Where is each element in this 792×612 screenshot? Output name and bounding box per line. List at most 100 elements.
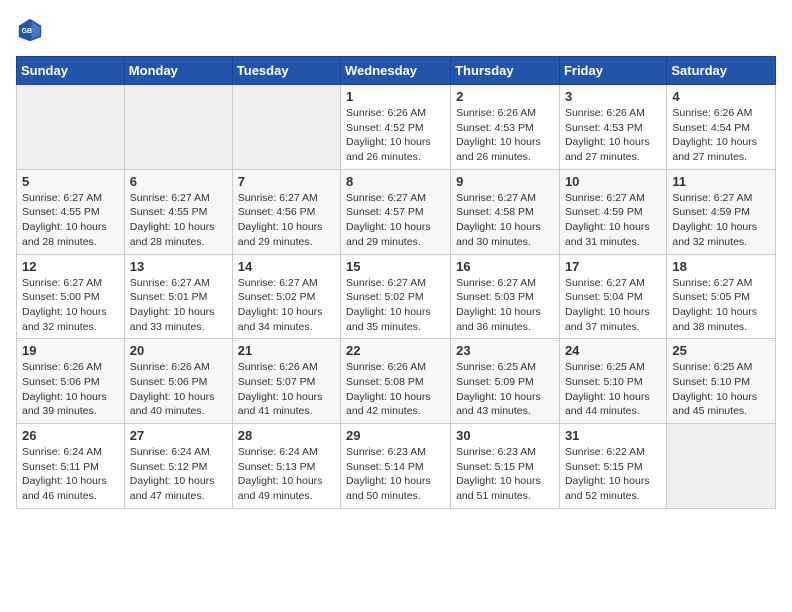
day-info: Sunrise: 6:26 AMSunset: 4:53 PMDaylight:… [456,106,554,165]
day-info: Sunrise: 6:25 AMSunset: 5:10 PMDaylight:… [672,360,770,419]
col-header-thursday: Thursday [451,57,560,85]
calendar-week-row: 12 Sunrise: 6:27 AMSunset: 5:00 PMDayligh… [17,254,776,339]
day-number: 28 [238,428,335,443]
day-info: Sunrise: 6:27 AMSunset: 5:05 PMDaylight:… [672,276,770,335]
day-number: 13 [130,259,227,274]
calendar-cell: 24 Sunrise: 6:25 AMSunset: 5:10 PMDayligh… [559,339,666,424]
day-info: Sunrise: 6:27 AMSunset: 5:00 PMDaylight:… [22,276,119,335]
calendar-cell: 28 Sunrise: 6:24 AMSunset: 5:13 PMDayligh… [232,424,340,509]
day-info: Sunrise: 6:27 AMSunset: 4:59 PMDaylight:… [672,191,770,250]
day-info: Sunrise: 6:26 AMSunset: 4:54 PMDaylight:… [672,106,770,165]
calendar-cell: 19Sunrise: 6:26 AMSunset: 5:06 PMDayligh… [17,339,125,424]
calendar-cell: 15 Sunrise: 6:27 AMSunset: 5:02 PMDayligh… [341,254,451,339]
calendar-cell: 13 Sunrise: 6:27 AMSunset: 5:01 PMDayligh… [124,254,232,339]
day-number: 26 [22,428,119,443]
day-number: 5 [22,174,119,189]
calendar-cell: 4 Sunrise: 6:26 AMSunset: 4:54 PMDaylight… [667,85,776,170]
col-header-monday: Monday [124,57,232,85]
day-info: Sunrise: 6:22 AMSunset: 5:15 PMDaylight:… [565,445,661,504]
calendar-cell: 9Sunrise: 6:27 AMSunset: 4:58 PMDaylight… [451,169,560,254]
calendar-cell: 12 Sunrise: 6:27 AMSunset: 5:00 PMDayligh… [17,254,125,339]
day-number: 14 [238,259,335,274]
calendar-cell: 25 Sunrise: 6:25 AMSunset: 5:10 PMDayligh… [667,339,776,424]
day-info: Sunrise: 6:27 AMSunset: 5:02 PMDaylight:… [346,276,445,335]
day-info: Sunrise: 6:27 AMSunset: 5:01 PMDaylight:… [130,276,227,335]
day-info: Sunrise: 6:27 AMSunset: 4:55 PMDaylight:… [130,191,227,250]
col-header-friday: Friday [559,57,666,85]
calendar-cell: 11 Sunrise: 6:27 AMSunset: 4:59 PMDayligh… [667,169,776,254]
day-number: 2 [456,89,554,104]
day-number: 16 [456,259,554,274]
calendar-week-row: 19 Sunrise: 6:26 AMSunset: 5:06 PMDayligh… [17,339,776,424]
day-info: Sunrise: 6:26 AMSunset: 5:07 PMDaylight:… [238,360,335,419]
day-number: 11 [672,174,770,189]
calendar-cell: 1 Sunrise: 6:26 AMSunset: 4:52 PMDaylight… [341,85,451,170]
day-info: Sunrise: 6:24 AMSunset: 5:12 PMDaylight:… [130,445,227,504]
calendar-cell: 17 Sunrise: 6:27 AMSunset: 5:04 PMDayligh… [559,254,666,339]
day-info: Sunrise: 6:24 AMSunset: 5:11 PMDaylight:… [22,445,119,504]
day-number: 19 [22,343,119,358]
calendar-cell: 6 Sunrise: 6:27 AMSunset: 4:55 PMDaylight… [124,169,232,254]
day-number: 21 [238,343,335,358]
calendar-cell: 14 Sunrise: 6:27 AMSunset: 5:02 PMDayligh… [232,254,340,339]
day-number: 18 [672,259,770,274]
day-number: 7 [238,174,335,189]
calendar-cell [667,424,776,509]
day-info: Sunrise: 6:23 AMSunset: 5:14 PMDaylight:… [346,445,445,504]
day-number: 3 [565,89,661,104]
calendar-cell: 29 Sunrise: 6:23 AMSunset: 5:14 PMDayligh… [341,424,451,509]
day-number: 10 [565,174,661,189]
calendar-cell: 10 Sunrise: 6:27 AMSunset: 4:59 PMDayligh… [559,169,666,254]
col-header-tuesday: Tuesday [232,57,340,85]
calendar-cell: 5Sunrise: 6:27 AMSunset: 4:55 PMDaylight… [17,169,125,254]
calendar-cell: 3 Sunrise: 6:26 AMSunset: 4:53 PMDaylight… [559,85,666,170]
day-number: 8 [346,174,445,189]
day-number: 6 [130,174,227,189]
day-number: 24 [565,343,661,358]
day-info: Sunrise: 6:27 AMSunset: 4:57 PMDaylight:… [346,191,445,250]
day-info: Sunrise: 6:27 AMSunset: 4:59 PMDaylight:… [565,191,661,250]
calendar-cell [17,85,125,170]
calendar-cell [232,85,340,170]
day-number: 23 [456,343,554,358]
calendar-header-row: SundayMondayTuesdayWednesdayThursdayFrid… [17,57,776,85]
day-info: Sunrise: 6:26 AMSunset: 5:08 PMDaylight:… [346,360,445,419]
day-number: 27 [130,428,227,443]
calendar-cell: 22 Sunrise: 6:26 AMSunset: 5:08 PMDayligh… [341,339,451,424]
calendar-cell: 16 Sunrise: 6:27 AMSunset: 5:03 PMDayligh… [451,254,560,339]
day-info: Sunrise: 6:26 AMSunset: 4:52 PMDaylight:… [346,106,445,165]
day-info: Sunrise: 6:24 AMSunset: 5:13 PMDaylight:… [238,445,335,504]
day-number: 30 [456,428,554,443]
day-number: 4 [672,89,770,104]
day-number: 12 [22,259,119,274]
day-number: 25 [672,343,770,358]
day-number: 15 [346,259,445,274]
calendar-cell: 23 Sunrise: 6:25 AMSunset: 5:09 PMDayligh… [451,339,560,424]
day-number: 1 [346,89,445,104]
calendar-cell: 26 Sunrise: 6:24 AMSunset: 5:11 PMDayligh… [17,424,125,509]
col-header-sunday: Sunday [17,57,125,85]
calendar-week-row: 26 Sunrise: 6:24 AMSunset: 5:11 PMDayligh… [17,424,776,509]
calendar-cell [124,85,232,170]
day-info: Sunrise: 6:27 AMSunset: 5:02 PMDaylight:… [238,276,335,335]
calendar-cell: 27 Sunrise: 6:24 AMSunset: 5:12 PMDayligh… [124,424,232,509]
svg-text:GB: GB [22,28,32,35]
day-info: Sunrise: 6:25 AMSunset: 5:10 PMDaylight:… [565,360,661,419]
day-info: Sunrise: 6:23 AMSunset: 5:15 PMDaylight:… [456,445,554,504]
day-info: Sunrise: 6:27 AMSunset: 4:58 PMDaylight:… [456,191,554,250]
day-number: 29 [346,428,445,443]
day-info: Sunrise: 6:26 AMSunset: 5:06 PMDaylight:… [130,360,227,419]
day-info: Sunrise: 6:27 AMSunset: 5:04 PMDaylight:… [565,276,661,335]
day-number: 17 [565,259,661,274]
calendar-cell: 2 Sunrise: 6:26 AMSunset: 4:53 PMDaylight… [451,85,560,170]
day-info: Sunrise: 6:27 AMSunset: 5:03 PMDaylight:… [456,276,554,335]
day-number: 31 [565,428,661,443]
calendar-cell: 7Sunrise: 6:27 AMSunset: 4:56 PMDaylight… [232,169,340,254]
page-header: GB [16,16,776,44]
calendar-week-row: 1 Sunrise: 6:26 AMSunset: 4:52 PMDaylight… [17,85,776,170]
day-number: 22 [346,343,445,358]
col-header-wednesday: Wednesday [341,57,451,85]
calendar-cell: 18 Sunrise: 6:27 AMSunset: 5:05 PMDayligh… [667,254,776,339]
day-info: Sunrise: 6:26 AMSunset: 4:53 PMDaylight:… [565,106,661,165]
day-info: Sunrise: 6:25 AMSunset: 5:09 PMDaylight:… [456,360,554,419]
